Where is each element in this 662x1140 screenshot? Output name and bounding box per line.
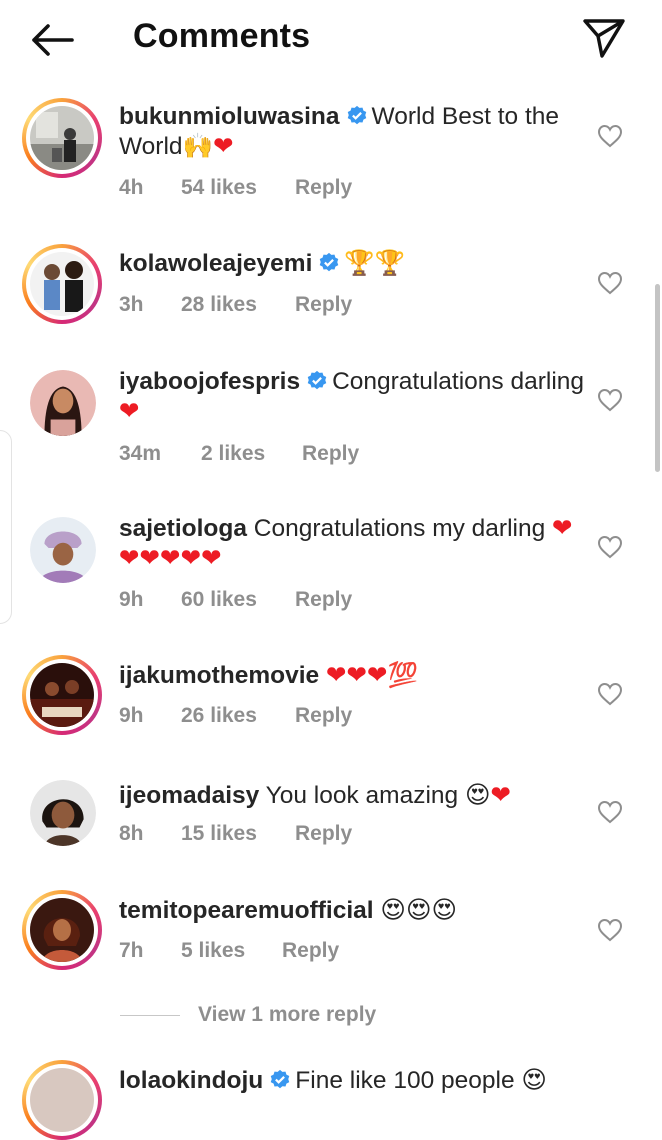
comment-meta: 8h 15 likes Reply (119, 822, 352, 846)
heart-outline-icon[interactable] (597, 124, 623, 148)
comment-meta: 3h 28 likes Reply (119, 293, 352, 317)
avatar[interactable] (22, 244, 102, 324)
comment-time: 4h (119, 176, 144, 199)
reply-button[interactable]: Reply (295, 704, 352, 728)
avatar[interactable] (30, 370, 96, 436)
comment-time: 34m (119, 442, 162, 465)
comment-meta: 9h 60 likes Reply (119, 588, 352, 612)
comment-meta: 4h 54 likes Reply (119, 176, 352, 200)
comment-username[interactable]: temitopearemuofficial (119, 897, 374, 924)
comment-likes[interactable]: 26 likes (181, 704, 295, 728)
comment-body: kolawoleajeyemi 🏆🏆 (119, 249, 589, 279)
comment-emoji: 🙌 (182, 133, 214, 160)
comment-username[interactable]: bukunmioluwasina (119, 103, 340, 130)
comment-likes[interactable]: 54 likes (181, 176, 295, 200)
comment-time: 9h (119, 704, 144, 727)
comment-likes[interactable]: 5 likes (181, 939, 282, 963)
heart-outline-icon[interactable] (597, 682, 623, 706)
verified-badge-icon (320, 252, 339, 272)
avatar-image (30, 898, 94, 962)
comment-likes[interactable]: 28 likes (181, 293, 295, 317)
comment-emoji: 😍 (464, 782, 491, 809)
back-button[interactable] (28, 20, 76, 60)
comment-body: iyaboojofespris Congratulations darling ❤ (119, 367, 589, 427)
heart-outline-icon[interactable] (597, 918, 623, 942)
avatar-image (30, 517, 96, 583)
divider-line (120, 1014, 180, 1017)
avatar-image (30, 370, 96, 436)
avatar[interactable] (30, 780, 96, 846)
avatar[interactable] (22, 655, 102, 735)
reply-button[interactable]: Reply (302, 442, 359, 466)
verified-badge-icon (271, 1069, 290, 1089)
comment-meta: 9h 26 likes Reply (119, 704, 352, 728)
comment-meta: 7h 5 likes Reply (119, 939, 339, 963)
reply-button[interactable]: Reply (282, 939, 339, 963)
heart-outline-icon[interactable] (597, 800, 623, 824)
view-more-replies-button[interactable]: View 1 more reply (120, 1003, 376, 1027)
heart-outline-icon[interactable] (597, 535, 623, 559)
header-bar: Comments (0, 0, 662, 80)
comment-body: lolaokindoju Fine like 100 people 😍 (119, 1066, 589, 1096)
comment-emoji: 😍😍😍 (380, 897, 458, 924)
heart-emoji: ❤ (490, 782, 512, 809)
reply-button[interactable]: Reply (295, 588, 352, 612)
page-title: Comments (133, 17, 311, 55)
verified-badge-icon (347, 105, 366, 125)
comment-body: ijeomadaisy You look amazing 😍❤ (119, 781, 589, 811)
reply-button[interactable]: Reply (295, 822, 352, 846)
avatar[interactable] (30, 517, 96, 583)
avatar-image (30, 663, 94, 727)
comment-username[interactable]: ijeomadaisy (119, 782, 259, 809)
comment-likes[interactable]: 60 likes (181, 588, 295, 612)
comment-emoji: 🏆🏆 (344, 250, 406, 277)
comment-meta: 34m 2 likes Reply (119, 442, 359, 466)
scrollbar[interactable] (655, 284, 660, 472)
comment-emoji: 😍 (521, 1067, 547, 1094)
avatar[interactable] (22, 890, 102, 970)
heart-outline-icon[interactable] (597, 271, 623, 295)
comment-body: sajetiologa Congratulations my darling ❤… (119, 514, 589, 574)
comment-text: Congratulations darling (332, 368, 585, 395)
heart-emoji: ❤ (213, 133, 234, 160)
avatar-image (30, 780, 96, 846)
reply-button[interactable]: Reply (295, 293, 352, 317)
share-button[interactable] (582, 16, 626, 60)
avatar[interactable] (22, 98, 102, 178)
comment-text: You look amazing (265, 782, 459, 809)
comment-text: Fine like 100 people (295, 1067, 515, 1094)
view-more-label: View 1 more reply (198, 1003, 377, 1026)
comment-username[interactable]: kolawoleajeyemi (119, 250, 312, 277)
comment-likes[interactable]: 15 likes (181, 822, 295, 846)
comment-username[interactable]: lolaokindoju (119, 1067, 263, 1094)
verified-badge-icon (307, 370, 327, 390)
avatar-image (30, 1068, 94, 1132)
comment-time: 3h (119, 293, 144, 316)
comment-username[interactable]: sajetiologa (119, 515, 247, 542)
arrow-left-icon (32, 24, 74, 56)
comment-username[interactable]: ijakumothemovie (119, 662, 319, 689)
comment-time: 7h (119, 939, 144, 962)
comment-body: bukunmioluwasina World Best to the World🙌… (119, 102, 589, 162)
comment-username[interactable]: iyaboojofespris (119, 368, 300, 395)
comment-text: Congratulations my darling (253, 515, 546, 542)
comment-body: temitopearemuofficial 😍😍😍 (119, 896, 589, 926)
paper-plane-icon (583, 19, 625, 58)
comment-time: 9h (119, 588, 144, 611)
avatar-image (30, 106, 94, 170)
avatar-image (30, 252, 94, 316)
side-pull-handle[interactable] (0, 430, 12, 624)
comment-time: 8h (119, 822, 144, 845)
reply-button[interactable]: Reply (295, 176, 352, 200)
comment-body: ijakumothemovie ❤❤❤💯 (119, 661, 589, 691)
avatar[interactable] (22, 1060, 102, 1140)
comment-emoji: 💯 (387, 662, 419, 689)
heart-emoji: ❤ (119, 398, 140, 425)
comment-likes[interactable]: 2 likes (201, 442, 302, 466)
heart-outline-icon[interactable] (597, 388, 623, 412)
heart-emoji: ❤❤❤ (325, 662, 388, 689)
